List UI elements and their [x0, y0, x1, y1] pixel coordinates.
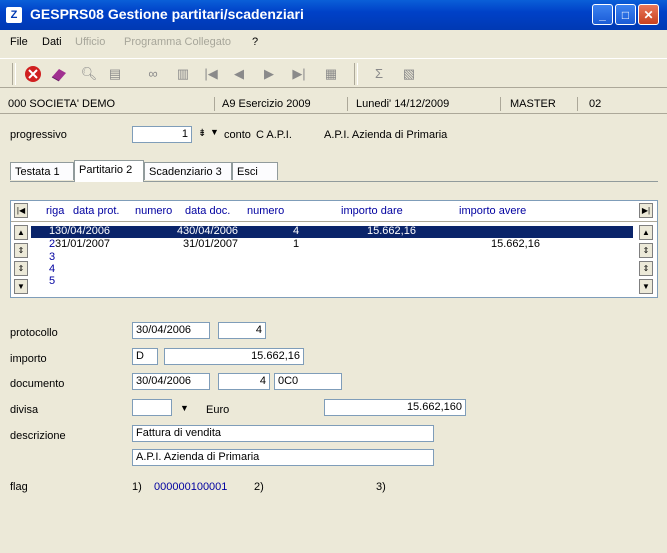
importo-value-field[interactable]: 15.662,16: [164, 348, 304, 365]
tab-testata[interactable]: Testata 1: [10, 162, 74, 180]
col-data-prot: data prot.: [73, 205, 120, 217]
maximize-button[interactable]: □: [615, 4, 636, 25]
divisa-field[interactable]: [132, 399, 172, 416]
first-icon[interactable]: |◀: [202, 65, 220, 83]
documento-suffix-field[interactable]: 0C0: [274, 373, 342, 390]
flag1-label: 1): [132, 481, 142, 493]
menu-ufficio: Ufficio: [75, 36, 106, 48]
grid-last-icon[interactable]: ▶|: [639, 203, 653, 218]
table-row[interactable]: 1 30/04/2006 4 30/04/2006 4 15.662,16: [31, 225, 633, 238]
scroll-down-icon[interactable]: ▼: [639, 279, 653, 294]
divisa-name: Euro: [206, 404, 230, 416]
progressivo-input[interactable]: 1: [132, 126, 192, 143]
protocollo-number-field[interactable]: 4: [218, 322, 266, 339]
grid-page-icon[interactable]: ⇕: [14, 243, 28, 258]
table-row[interactable]: 4: [31, 263, 633, 276]
progressivo-spin-icon[interactable]: ⇟: [198, 128, 206, 139]
note-icon[interactable]: ▦: [322, 65, 340, 83]
title-bar: Z GESPRS08 Gestione partitari/scadenziar…: [0, 0, 667, 30]
minimize-button[interactable]: _: [592, 4, 613, 25]
status-user: MASTER: [510, 98, 556, 110]
flag-label: flag: [10, 481, 28, 493]
last-icon[interactable]: ▶|: [290, 65, 308, 83]
importo-sign-field[interactable]: D: [132, 348, 158, 365]
col-numero: numero: [135, 205, 173, 217]
cancel-icon[interactable]: [24, 65, 42, 83]
close-button[interactable]: ✕: [638, 4, 659, 25]
flag1-value: 000000100001: [154, 481, 228, 493]
menu-bar: File Dati Ufficio Programma Collegato ?: [0, 33, 667, 53]
app-icon: Z: [6, 7, 22, 23]
menu-dati[interactable]: Dati: [42, 36, 62, 48]
toolbar-separator: [354, 63, 358, 85]
save-icon[interactable]: ▤: [106, 65, 124, 83]
status-bar: 000 SOCIETA' DEMO A9 Esercizio 2009 Lune…: [0, 95, 667, 114]
col-importo-avere: importo avere: [459, 205, 527, 217]
status-company: 000 SOCIETA' DEMO: [8, 98, 116, 110]
find-icon[interactable]: ▥: [174, 65, 192, 83]
status-separator: [577, 97, 578, 111]
col-numero-doc: numero: [247, 205, 285, 217]
progressivo-label: progressivo: [10, 129, 67, 141]
tab-partitario[interactable]: Partitario 2: [74, 160, 144, 182]
conto-code: C A.P.I.: [256, 129, 292, 141]
table-row[interactable]: 5: [31, 275, 633, 288]
partitario-grid: |◀ riga data prot. numero data doc. nume…: [10, 200, 658, 298]
divisa-amount-field[interactable]: 15.662,160: [324, 399, 466, 416]
table-row[interactable]: 3: [31, 251, 633, 264]
print-icon[interactable]: ▧: [400, 65, 418, 83]
grid-page-icon[interactable]: ⇕: [14, 261, 28, 276]
grid-down-icon[interactable]: ▼: [14, 279, 28, 294]
binoculars-icon[interactable]: ∞: [144, 65, 162, 83]
grid-first-icon[interactable]: |◀: [14, 203, 28, 218]
documento-number-field[interactable]: 4: [218, 373, 270, 390]
status-date: Lunedi' 14/12/2009: [356, 98, 450, 110]
chevron-down-icon[interactable]: ▼: [180, 403, 189, 413]
col-importo-dare: importo dare: [341, 205, 403, 217]
table-row[interactable]: 2 31/01/2007 31/01/2007 1 15.662,16: [31, 238, 633, 251]
descrizione-field-2[interactable]: A.P.I. Azienda di Primaria: [132, 449, 434, 466]
scroll-page-icon[interactable]: ⇕: [639, 261, 653, 276]
grid-header: |◀ riga data prot. numero data doc. nume…: [11, 201, 657, 222]
chevron-down-icon[interactable]: ▼: [210, 127, 219, 137]
scroll-up-icon[interactable]: ▲: [639, 225, 653, 240]
next-icon[interactable]: ▶: [260, 65, 278, 83]
menu-file[interactable]: File: [10, 36, 28, 48]
col-data-doc: data doc.: [185, 205, 231, 217]
search-icon[interactable]: 🔍︎: [80, 65, 98, 83]
window-title: GESPRS08 Gestione partitari/scadenziari: [30, 6, 304, 22]
col-riga: riga: [46, 205, 65, 217]
documento-label: documento: [10, 378, 65, 390]
conto-description: A.P.I. Azienda di Primaria: [324, 129, 448, 141]
divisa-label: divisa: [10, 404, 39, 416]
protocollo-label: protocollo: [10, 327, 58, 339]
status-code: 02: [589, 98, 602, 110]
flag3-label: 3): [376, 481, 386, 493]
protocollo-date-field[interactable]: 30/04/2006: [132, 322, 210, 339]
erase-icon[interactable]: [50, 65, 68, 83]
prev-icon[interactable]: ◀: [230, 65, 248, 83]
status-separator: [347, 97, 348, 111]
toolbar: 🔍︎ ▤ ∞ ▥ |◀ ◀ ▶ ▶| ▦ Σ ▧: [0, 58, 667, 88]
descrizione-label: descrizione: [10, 430, 66, 442]
menu-help[interactable]: ?: [252, 36, 258, 48]
descrizione-field-1[interactable]: Fattura di vendita: [132, 425, 434, 442]
documento-date-field[interactable]: 30/04/2006: [132, 373, 210, 390]
importo-label: importo: [10, 353, 47, 365]
toolbar-separator: [12, 63, 16, 85]
tab-esci[interactable]: Esci: [232, 162, 278, 180]
scroll-page-icon[interactable]: ⇕: [639, 243, 653, 258]
menu-programma-collegato: Programma Collegato: [124, 36, 231, 48]
tab-scadenziario[interactable]: Scadenziario 3: [144, 162, 232, 180]
conto-label: conto: [224, 129, 251, 141]
flag2-label: 2): [254, 481, 264, 493]
status-year: A9 Esercizio 2009: [222, 98, 311, 110]
status-separator: [214, 97, 215, 111]
status-separator: [500, 97, 501, 111]
sum-icon[interactable]: Σ: [370, 65, 388, 83]
grid-up-icon[interactable]: ▲: [14, 225, 28, 240]
